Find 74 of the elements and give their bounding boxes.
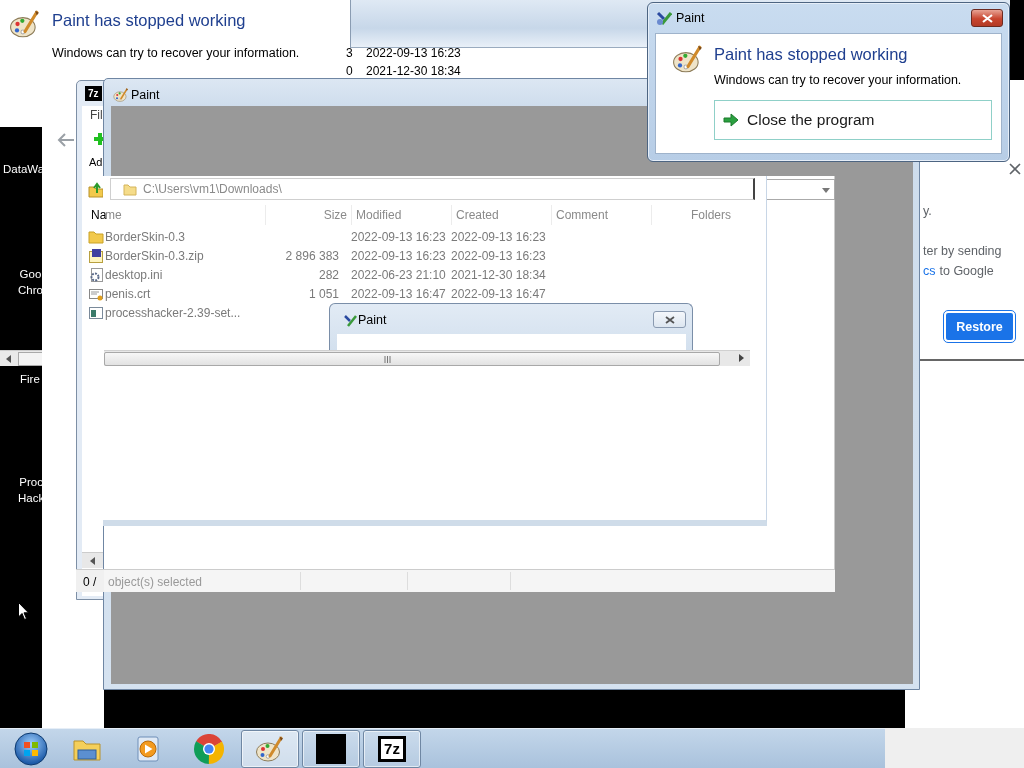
windows-logo-icon [14,731,48,766]
created-date: 2022-09-13 16:47 [451,286,547,301]
back-arrow-icon [57,133,75,147]
info-text: ter by sending [923,244,1002,258]
file-size: 1 051 [307,286,340,301]
info-text: to Google [939,264,994,278]
app-logo: 7z [378,735,406,762]
close-icon [664,315,675,324]
status-text: 0 / [83,575,97,589]
file-name: desktop.ini [105,267,164,282]
path-field[interactable]: C:\Users\vm1\Downloads\ [110,178,755,200]
column-header[interactable]: Modified [351,205,451,225]
date-cell: 2022-09-13 16:23 [366,46,461,60]
window-title: Paint [131,88,160,102]
column-header[interactable]: Folders [651,205,739,225]
table-cell: 3 [346,46,353,60]
cursor-icon [18,602,30,621]
modified-date: 2022-06-23 21:10 [351,267,447,282]
up-folder-icon [88,182,104,198]
restore-button[interactable]: Restore [944,311,1015,342]
window-title: Paint [358,313,387,327]
scroll-right-icon [739,354,744,362]
close-program-button[interactable]: Close the program [714,100,992,140]
date-cell: 2021-12-30 18:34 [366,64,461,78]
taskbar-button[interactable] [302,729,360,768]
arrow-icon [723,113,739,127]
scroll-left-icon [90,557,95,565]
window-title: Paint [676,11,705,25]
dialog-heading: Paint has stopped working [52,11,246,30]
grip-icon [383,355,391,363]
created-date: 2022-09-13 16:23 [451,248,547,263]
close-button[interactable] [653,311,686,328]
desktop-icon-label[interactable]: Fire [20,371,40,387]
file-size: 282 [317,267,340,282]
menu-item[interactable]: Fil [90,108,103,122]
created-date: 2021-12-30 18:34 [451,267,547,282]
file-name: processhacker-2.39-set... [105,305,242,320]
scrollbar-thumb[interactable] [104,352,720,366]
file-size: 2 896 383 [284,248,340,263]
status-text: object(s) selected [108,575,203,589]
column-header[interactable]: Size [265,205,351,225]
dialog-message: Windows can try to recover your information. [52,46,300,60]
table-cell: 0 [346,64,353,78]
modified-date: 2022-09-13 16:23 [351,229,447,244]
app-icon [316,733,346,764]
dropdown-arrow-icon [822,188,830,193]
media-player-icon [134,734,162,763]
modified-date: 2022-09-13 16:47 [351,286,447,301]
scroll-left-icon [6,355,11,363]
file-name: BorderSkin-0.3.zip [105,248,205,263]
column-header[interactable]: me [105,205,265,225]
desktop-icon-label[interactable]: Goo Chro [18,266,43,298]
close-button[interactable] [971,9,1003,27]
modified-date: 2022-09-13 16:23 [351,248,447,263]
taskbar-button[interactable]: 7z [363,729,421,768]
link[interactable]: cs [923,264,936,278]
close-icon [1009,163,1021,175]
file-name: penis.crt [105,286,152,301]
column-header[interactable]: Comment [551,205,651,225]
scrollbar-thumb[interactable] [18,352,42,366]
path-text: C:\Users\vm1\Downloads\ [143,182,282,196]
dialog-heading: Paint has stopped working [714,45,909,64]
app-logo: 7z [85,86,102,101]
archive-icon [88,247,104,264]
toolbar-button[interactable]: Ad [89,156,103,168]
folder-icon [123,182,137,196]
column-header[interactable]: Created [451,205,551,225]
file-name: BorderSkin-0.3 [105,229,187,244]
dropdown-field[interactable] [767,179,835,200]
close-icon [981,13,993,23]
dialog-message: Windows can try to recover your information. [714,73,963,87]
chrome-icon [194,733,224,764]
created-date: 2022-09-13 16:23 [451,229,547,244]
info-text: y. [923,204,932,218]
